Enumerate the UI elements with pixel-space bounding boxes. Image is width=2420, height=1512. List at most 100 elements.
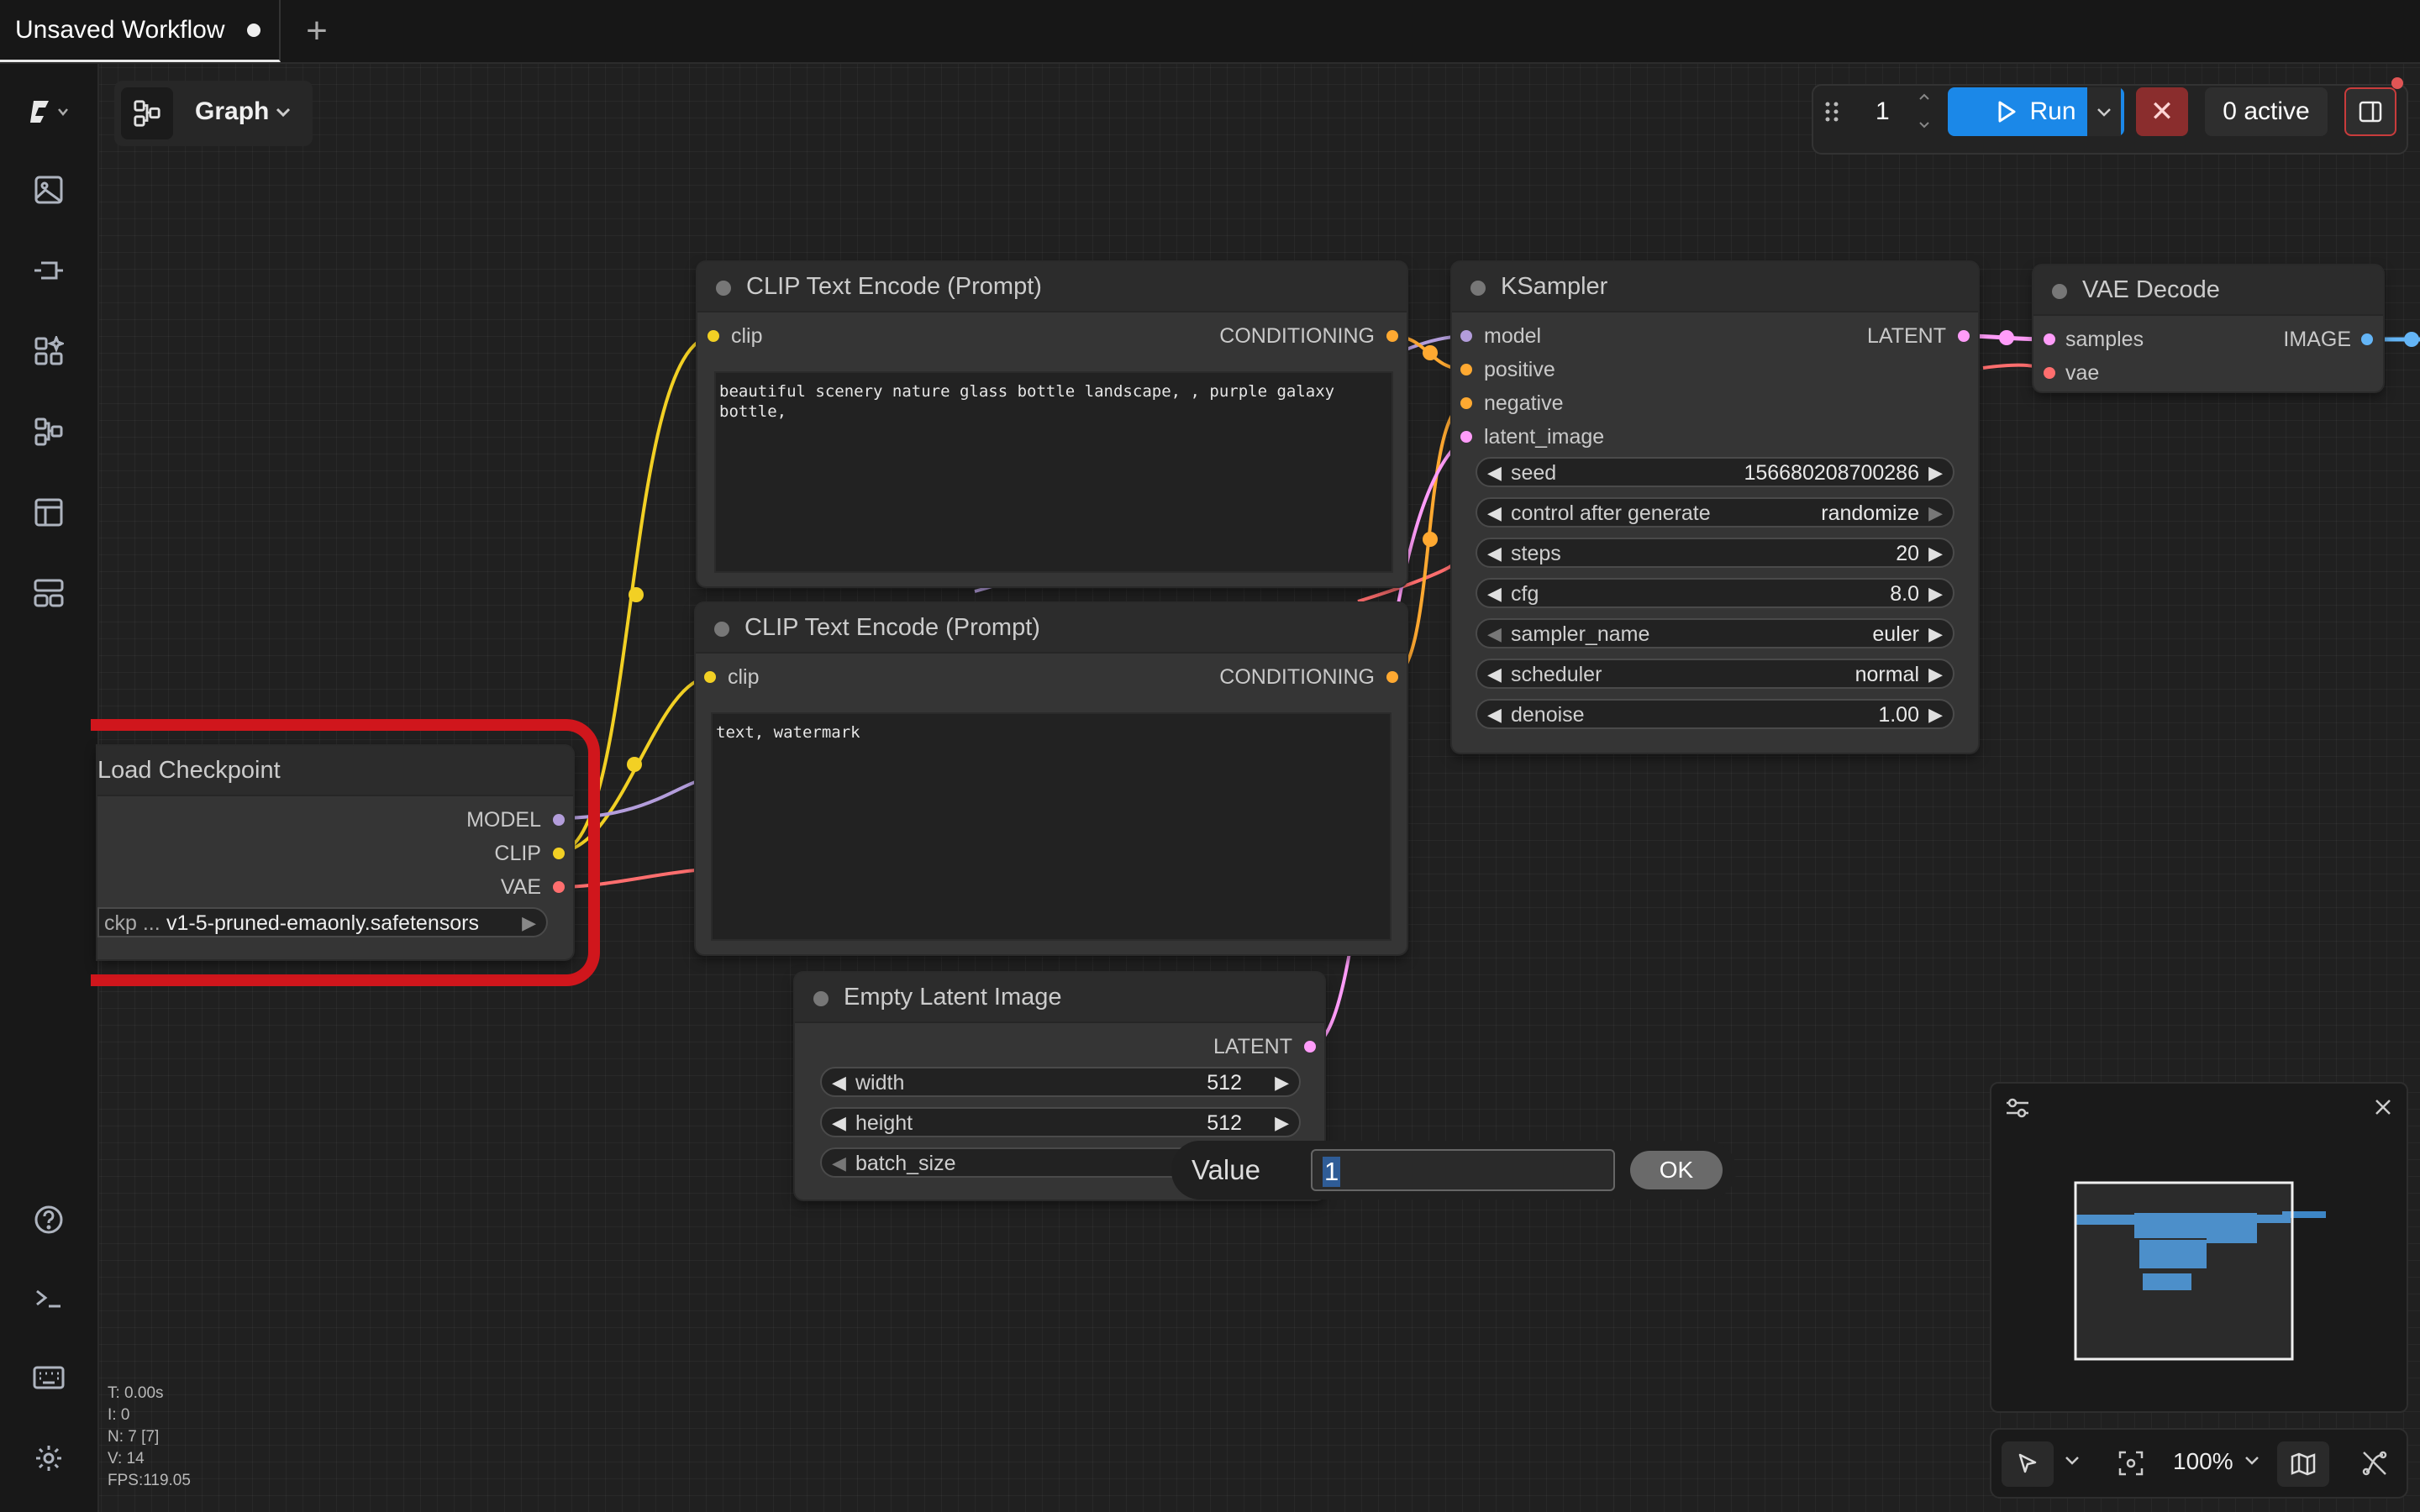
decrement-arrow-icon[interactable]: ◀: [832, 1112, 846, 1134]
graph-selector[interactable]: Graph: [114, 81, 313, 146]
increment-arrow-icon[interactable]: ▶: [1928, 704, 1943, 726]
model-input-slot[interactable]: [1460, 330, 1472, 342]
node-library-icon[interactable]: [29, 331, 69, 371]
latent-image-input-slot[interactable]: [1460, 431, 1472, 443]
decrement-arrow-icon[interactable]: ◀: [1487, 462, 1502, 484]
ksampler-node[interactable]: KSampler model positive negative latent_…: [1452, 262, 1978, 753]
templates-icon[interactable]: [29, 492, 69, 533]
chevron-down-icon[interactable]: [2064, 1455, 2081, 1471]
height-widget[interactable]: ◀ height 512 ▶: [820, 1107, 1301, 1137]
increment-arrow-icon[interactable]: ▶: [1275, 1112, 1289, 1134]
workflows-icon[interactable]: [29, 412, 69, 452]
increment-arrow-icon[interactable]: ▶: [1928, 462, 1943, 484]
ckpt-name-widget[interactable]: ckp ... v1-5-pruned-emaonly.safetensors …: [97, 907, 548, 937]
latent-output-slot[interactable]: [1304, 1041, 1316, 1053]
value-prompt-dialog: Value 1 OK: [1171, 1141, 1736, 1200]
decrement-arrow-icon[interactable]: ◀: [832, 1152, 846, 1174]
denoise-widget[interactable]: ◀ denoise 1.00 ▶: [1476, 699, 1954, 729]
settings-gear-icon[interactable]: [29, 1438, 69, 1478]
decrement-icon[interactable]: [1918, 119, 1931, 135]
vae-output-slot[interactable]: [553, 881, 565, 893]
increment-arrow-icon[interactable]: ▶: [522, 912, 536, 934]
active-queue-button[interactable]: 0 active: [2205, 87, 2328, 136]
vae-decode-node[interactable]: VAE Decode samples vae IMAGE: [2033, 265, 2383, 391]
latent-output-slot[interactable]: [1958, 330, 1970, 342]
zoom-level[interactable]: 100%: [2173, 1448, 2233, 1475]
decrement-arrow-icon[interactable]: ◀: [1487, 623, 1502, 645]
clip-input-slot[interactable]: [704, 671, 716, 683]
node-title-bar[interactable]: Empty Latent Image: [795, 973, 1324, 1023]
comfy-logo-icon[interactable]: [29, 91, 69, 131]
node-title-bar[interactable]: KSampler: [1452, 262, 1978, 312]
collapse-dot-icon[interactable]: [714, 622, 729, 637]
run-options-chevron-icon[interactable]: [2087, 87, 2121, 136]
seed-widget[interactable]: ◀ seed 156680208700286 ▶: [1476, 457, 1954, 487]
image-library-icon[interactable]: [29, 170, 69, 210]
widget-label: control after generate: [1511, 501, 1711, 525]
minimap-toggle-button[interactable]: [2277, 1441, 2329, 1487]
positive-input-slot[interactable]: [1460, 364, 1472, 375]
cancel-button[interactable]: ✕: [2136, 87, 2188, 136]
clip-text-encode-positive-node[interactable]: CLIP Text Encode (Prompt) clip CONDITION…: [697, 262, 1407, 586]
minimap-panel[interactable]: [1990, 1082, 2408, 1413]
collapse-dot-icon[interactable]: [2052, 284, 2067, 299]
hide-links-icon[interactable]: [2361, 1450, 2388, 1481]
clip-text-encode-negative-node[interactable]: CLIP Text Encode (Prompt) clip CONDITION…: [696, 603, 1407, 954]
collapse-dot-icon[interactable]: [1470, 281, 1486, 296]
conditioning-output-slot[interactable]: [1386, 330, 1398, 342]
value-input[interactable]: 1: [1311, 1149, 1615, 1191]
new-tab-button[interactable]: +: [297, 12, 336, 50]
increment-arrow-icon[interactable]: ▶: [1928, 664, 1943, 685]
node-title-bar[interactable]: CLIP Text Encode (Prompt): [697, 262, 1407, 312]
steps-widget[interactable]: ◀ steps 20 ▶: [1476, 538, 1954, 568]
increment-arrow-icon[interactable]: ▶: [1275, 1072, 1289, 1094]
decrement-arrow-icon[interactable]: ◀: [1487, 543, 1502, 564]
decrement-arrow-icon[interactable]: ◀: [1487, 583, 1502, 605]
collapse-dot-icon[interactable]: [716, 281, 731, 296]
conditioning-output-slot[interactable]: [1386, 671, 1398, 683]
node-title-bar[interactable]: VAE Decode: [2033, 265, 2383, 316]
node-title-bar[interactable]: Load Checkpoint: [97, 746, 573, 796]
increment-arrow-icon[interactable]: ▶: [1928, 502, 1943, 524]
workflow-tab[interactable]: Unsaved Workflow: [0, 0, 281, 62]
decrement-arrow-icon[interactable]: ◀: [832, 1072, 846, 1094]
node-title-bar[interactable]: CLIP Text Encode (Prompt): [696, 603, 1407, 654]
increment-arrow-icon[interactable]: ▶: [1928, 623, 1943, 645]
clip-output-slot[interactable]: [553, 848, 565, 859]
decrement-arrow-icon[interactable]: ◀: [1487, 704, 1502, 726]
collapse-dot-icon[interactable]: [813, 991, 829, 1006]
select-tool-button[interactable]: [2002, 1441, 2054, 1487]
sampler-name-widget[interactable]: ◀ sampler_name euler ▶: [1476, 618, 1954, 648]
keyboard-icon[interactable]: [29, 1357, 69, 1398]
samples-input-slot[interactable]: [2044, 333, 2055, 345]
vae-input-slot[interactable]: [2044, 367, 2055, 379]
drag-handle-icon[interactable]: [1823, 99, 1840, 129]
control-after-generate-widget[interactable]: ◀ control after generate randomize ▶: [1476, 497, 1954, 528]
help-icon[interactable]: [29, 1200, 69, 1240]
model-library-icon[interactable]: [29, 250, 69, 291]
decrement-arrow-icon[interactable]: ◀: [1487, 664, 1502, 685]
width-widget[interactable]: ◀ width 512 ▶: [820, 1067, 1301, 1097]
toggle-panel-button[interactable]: [2344, 87, 2396, 136]
fit-view-icon[interactable]: [2118, 1450, 2144, 1481]
prompt-textarea[interactable]: beautiful scenery nature glass bottle la…: [714, 371, 1393, 573]
terminal-icon[interactable]: [29, 1278, 69, 1319]
widget-label: scheduler: [1511, 663, 1602, 686]
scheduler-widget[interactable]: ◀ scheduler normal ▶: [1476, 659, 1954, 689]
ok-button[interactable]: OK: [1630, 1151, 1723, 1189]
load-checkpoint-node[interactable]: Load Checkpoint MODEL CLIP VAE ckp ... v…: [97, 746, 573, 959]
clip-input-slot[interactable]: [708, 330, 719, 342]
chevron-down-icon[interactable]: [2244, 1455, 2260, 1471]
prompt-textarea[interactable]: text, watermark: [711, 712, 1392, 941]
increment-arrow-icon[interactable]: ▶: [1928, 543, 1943, 564]
cfg-widget[interactable]: ◀ cfg 8.0 ▶: [1476, 578, 1954, 608]
negative-input-slot[interactable]: [1460, 397, 1472, 409]
decrement-arrow-icon[interactable]: ◀: [1487, 502, 1502, 524]
batch-count-input[interactable]: 1: [1850, 87, 1934, 136]
increment-icon[interactable]: [1918, 91, 1931, 107]
canvas-toolbar: 100%: [1990, 1428, 2408, 1499]
model-output-slot[interactable]: [553, 814, 565, 826]
image-output-slot[interactable]: [2361, 333, 2373, 345]
queue-icon[interactable]: [29, 573, 69, 613]
increment-arrow-icon[interactable]: ▶: [1928, 583, 1943, 605]
